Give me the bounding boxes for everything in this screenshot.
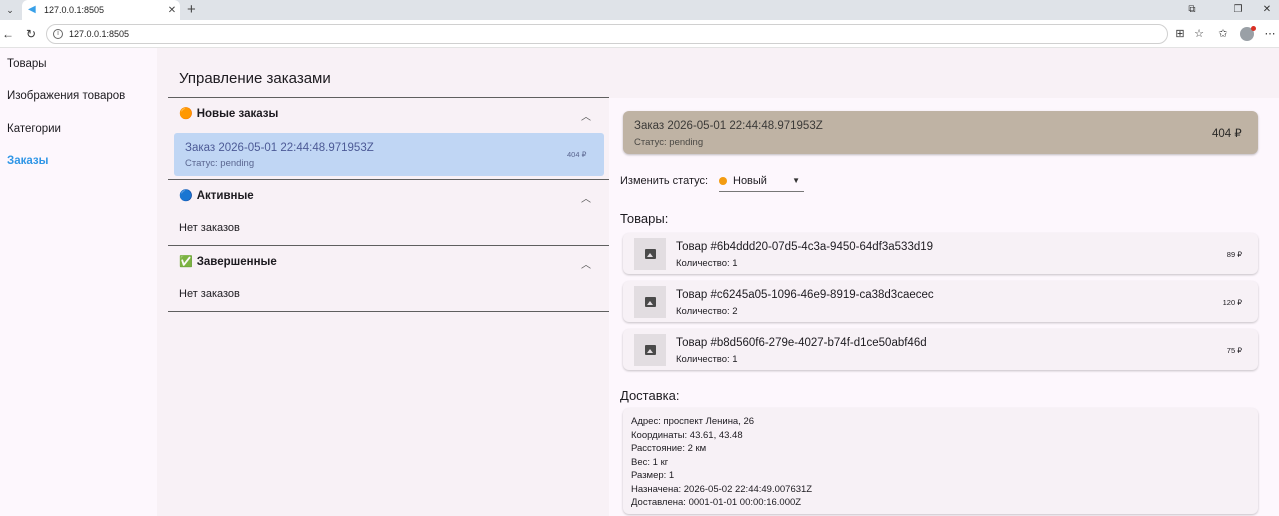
favorites-icon[interactable]: ✩ bbox=[1215, 26, 1231, 42]
more-menu-icon[interactable]: ⋯ bbox=[1262, 26, 1278, 42]
divider bbox=[168, 311, 609, 312]
section-completed-header[interactable]: ✅ Завершенные bbox=[179, 255, 277, 269]
browser-tab-strip: ⌄ ◀ 127.0.0.1:8505 ✕ + ⧉ ❐ ✕ bbox=[0, 0, 1279, 20]
status-value: Новый bbox=[733, 174, 767, 187]
item-price: 75 ₽ bbox=[1226, 346, 1242, 355]
sidebar-item-product-images[interactable]: Изображения товаров bbox=[7, 90, 125, 102]
divider bbox=[168, 179, 609, 180]
url-text: 127.0.0.1:8505 bbox=[69, 29, 130, 39]
blue-circle-icon: 🔵 bbox=[179, 190, 193, 202]
order-status: Статус: pending bbox=[185, 158, 255, 169]
delivery-weight: Вес: 1 кг bbox=[631, 456, 669, 468]
restore-window-icon[interactable]: ❐ bbox=[1226, 2, 1250, 18]
delivery-info-card: Адрес: проспект Ленина, 26 Координаты: 4… bbox=[623, 408, 1258, 514]
sidebar-item-products[interactable]: Товары bbox=[7, 58, 47, 70]
url-input[interactable]: i 127.0.0.1:8505 bbox=[46, 24, 1168, 44]
tab-title: 127.0.0.1:8505 bbox=[44, 5, 105, 15]
divider bbox=[168, 97, 609, 98]
delivery-delivered: Доставлена: 0001-01-01 00:00:16.000Z bbox=[631, 497, 802, 508]
delivery-size: Размер: 1 bbox=[631, 470, 675, 481]
item-name: Товар #b8d560f6-279e-4027-b74f-d1ce50abf… bbox=[676, 337, 927, 349]
section-label: Активные bbox=[196, 189, 254, 202]
items-heading: Товары: bbox=[620, 211, 669, 226]
delivery-address: Адрес: проспект Ленина, 26 bbox=[631, 416, 755, 427]
delivery-distance: Расстояние: 2 км bbox=[631, 443, 707, 454]
sidebar bbox=[0, 48, 157, 516]
notification-dot bbox=[1251, 26, 1256, 31]
app-install-icon[interactable]: ⊞ bbox=[1172, 26, 1188, 42]
status-dropdown[interactable]: Новый ▼ bbox=[719, 170, 804, 192]
sidebar-item-categories[interactable]: Категории bbox=[7, 123, 61, 135]
browser-tab[interactable]: ◀ 127.0.0.1:8505 ✕ bbox=[22, 0, 180, 20]
item-price: 120 ₽ bbox=[1222, 298, 1242, 307]
chevron-up-icon[interactable]: ︿ bbox=[579, 190, 593, 205]
order-title: Заказ 2026-05-01 22:44:48.971953Z bbox=[185, 142, 374, 154]
divider bbox=[168, 245, 609, 246]
section-label: Новые заказы bbox=[196, 107, 279, 120]
flutter-favicon-icon: ◀ bbox=[28, 4, 36, 15]
sidebar-item-orders[interactable]: Заказы bbox=[7, 155, 48, 167]
close-window-icon[interactable]: ✕ bbox=[1255, 2, 1279, 18]
chevron-up-icon[interactable]: ︿ bbox=[579, 256, 593, 271]
item-name: Товар #6b4ddd20-07d5-4c3a-9450-64df3a533… bbox=[676, 241, 934, 253]
order-total: 404 ₽ bbox=[1212, 128, 1242, 140]
item-name: Товар #c6245a05-1096-46e9-8919-ca38d3cae… bbox=[676, 289, 934, 301]
section-active-header[interactable]: 🔵 Активные bbox=[179, 189, 254, 203]
section-label: Завершенные bbox=[196, 255, 277, 268]
delivery-assigned: Назначена: 2026-05-02 22:44:49.007631Z bbox=[631, 483, 813, 495]
image-placeholder-icon bbox=[634, 238, 666, 270]
order-list-item[interactable]: Заказ 2026-05-01 22:44:48.971953Z Статус… bbox=[174, 133, 604, 176]
dropdown-arrow-icon: ▼ bbox=[792, 176, 800, 185]
site-info-icon[interactable]: i bbox=[53, 29, 63, 39]
image-placeholder-icon bbox=[634, 334, 666, 366]
item-quantity: Количество: 2 bbox=[676, 306, 738, 317]
item-quantity: Количество: 1 bbox=[676, 354, 738, 365]
order-summary-card: Заказ 2026-05-01 22:44:48.971953Z Статус… bbox=[623, 111, 1258, 154]
item-quantity: Количество: 1 bbox=[676, 258, 738, 269]
tab-search-icon[interactable]: ⌄ bbox=[3, 3, 17, 17]
item-price: 89 ₽ bbox=[1226, 250, 1242, 259]
delivery-coordinates: Координаты: 43.61, 43.48 bbox=[631, 429, 743, 441]
tab-actions-icon[interactable]: ⧉ bbox=[1180, 2, 1204, 18]
change-status-label: Изменить статус: bbox=[620, 175, 709, 187]
orange-circle-icon: 🟠 bbox=[179, 108, 193, 120]
page-title: Управление заказами bbox=[179, 70, 331, 87]
order-item-card: Товар #6b4ddd20-07d5-4c3a-9450-64df3a533… bbox=[623, 233, 1258, 274]
order-title: Заказ 2026-05-01 22:44:48.971953Z bbox=[634, 120, 823, 132]
favorite-star-icon[interactable]: ☆ bbox=[1191, 26, 1207, 42]
order-item-card: Товар #c6245a05-1096-46e9-8919-ca38d3cae… bbox=[623, 281, 1258, 322]
section-new-orders-header[interactable]: 🟠 Новые заказы bbox=[179, 107, 279, 121]
empty-orders-text: Нет заказов bbox=[179, 222, 240, 234]
empty-orders-text: Нет заказов bbox=[179, 288, 240, 300]
address-bar: ← ↻ i 127.0.0.1:8505 ⊞ ☆ ✩ ⋯ bbox=[0, 20, 1279, 48]
chevron-up-icon[interactable]: ︿ bbox=[579, 108, 593, 123]
delivery-heading: Доставка: bbox=[620, 388, 680, 403]
order-status: Статус: pending bbox=[634, 137, 704, 148]
check-mark-icon: ✅ bbox=[179, 256, 193, 268]
back-icon[interactable]: ← bbox=[0, 26, 16, 42]
order-item-card: Товар #b8d560f6-279e-4027-b74f-d1ce50abf… bbox=[623, 329, 1258, 370]
reload-icon[interactable]: ↻ bbox=[23, 26, 39, 42]
order-price: 404 ₽ bbox=[567, 150, 587, 159]
new-tab-icon[interactable]: + bbox=[187, 1, 196, 19]
close-tab-icon[interactable]: ✕ bbox=[164, 5, 180, 16]
status-dot-icon bbox=[719, 176, 727, 185]
image-placeholder-icon bbox=[634, 286, 666, 318]
